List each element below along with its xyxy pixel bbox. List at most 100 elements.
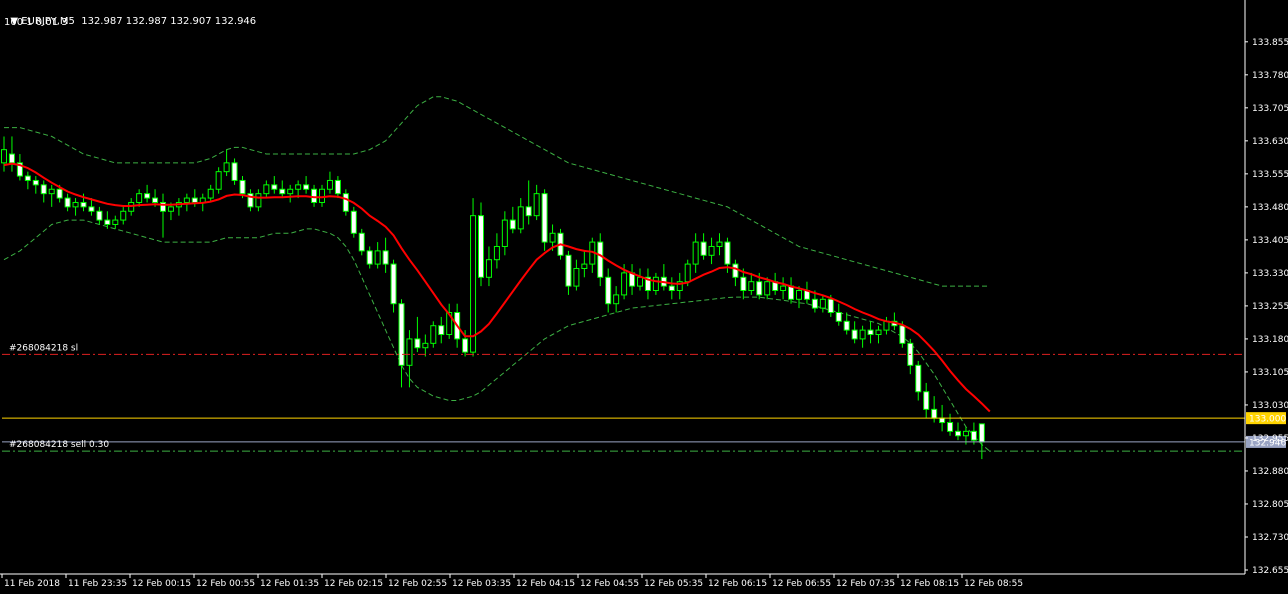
- candle-body: [605, 276, 612, 305]
- candle-body: [382, 250, 389, 265]
- y-tick-label: 132.880: [1252, 467, 1288, 477]
- candle-body: [509, 219, 516, 230]
- candle-body: [32, 179, 39, 186]
- candle-body: [637, 276, 643, 287]
- candle-body: [104, 219, 111, 225]
- y-tick-label: 133.855: [1252, 38, 1288, 48]
- candle-body: [255, 193, 262, 208]
- candle-body: [374, 250, 381, 265]
- candle-body: [112, 219, 119, 225]
- candle-body: [716, 241, 723, 247]
- candle-body: [406, 338, 413, 366]
- candle-body: [414, 338, 421, 349]
- candle-body: [398, 303, 405, 366]
- x-tick-label: 11 Feb 2018: [4, 579, 60, 589]
- candle-body: [279, 188, 286, 195]
- candle-body: [700, 241, 707, 256]
- candle-body: [239, 179, 246, 195]
- candle-body: [430, 325, 437, 344]
- x-tick-label: 12 Feb 02:55: [388, 579, 447, 589]
- candle-body: [867, 329, 874, 336]
- candle-body: [748, 281, 755, 291]
- candle-body: [835, 312, 842, 322]
- candle-body: [319, 188, 325, 203]
- stop-loss-label: #268084218 sl: [9, 343, 78, 353]
- candle-body: [8, 153, 15, 164]
- candle-body: [493, 245, 500, 261]
- price-chart[interactable]: 133.000132.946#268084218 sl#268084218 se…: [0, 0, 1288, 594]
- candle-body: [144, 193, 151, 199]
- candle-body: [358, 232, 365, 252]
- candle-body: [501, 219, 508, 247]
- candle-body: [342, 193, 349, 212]
- candle-body: [724, 241, 731, 265]
- x-tick-label: 12 Feb 08:55: [964, 579, 1023, 589]
- candle-body: [366, 250, 373, 265]
- candle-body: [72, 201, 79, 208]
- candle-body: [303, 184, 310, 190]
- candle-body: [788, 285, 795, 300]
- candle-body: [875, 329, 882, 336]
- y-tick-label: 133.330: [1252, 269, 1288, 279]
- chart-background: [0, 0, 1288, 594]
- y-tick-label: 133.030: [1252, 401, 1288, 411]
- y-tick-label: 133.105: [1252, 368, 1288, 378]
- candle-body: [970, 430, 977, 441]
- x-tick-label: 12 Feb 07:35: [836, 579, 895, 589]
- candle-body: [485, 259, 492, 278]
- candle-body: [859, 329, 866, 340]
- candle-body: [183, 197, 190, 203]
- y-tick-label: 133.555: [1252, 170, 1288, 180]
- candle: [541, 189, 548, 251]
- candle-body: [136, 193, 143, 203]
- candle-body: [923, 391, 930, 410]
- candle-body: [708, 245, 715, 256]
- candle-body: [978, 423, 985, 443]
- x-tick-label: 12 Feb 01:35: [260, 579, 319, 589]
- y-tick-label: 133.780: [1252, 71, 1288, 81]
- candle: [358, 228, 365, 256]
- candle-body: [231, 162, 238, 181]
- candle-body: [843, 320, 850, 331]
- candle-body: [96, 210, 103, 221]
- candle-body: [334, 179, 341, 195]
- candle-body: [88, 206, 95, 212]
- candle-body: [470, 215, 477, 353]
- candle-body: [541, 193, 548, 243]
- candle-body: [462, 338, 469, 353]
- y-tick-label: 133.705: [1252, 104, 1288, 114]
- candle-body: [851, 329, 858, 340]
- candle-body: [525, 206, 532, 217]
- candle-body: [390, 263, 397, 305]
- candle-body: [1, 149, 7, 164]
- candle-body: [573, 267, 580, 287]
- candle-body: [652, 276, 659, 291]
- candle-body: [613, 294, 620, 305]
- candle-body: [478, 215, 484, 278]
- candle-body: [350, 210, 357, 234]
- candle-body: [819, 298, 826, 309]
- x-tick-label: 12 Feb 08:15: [900, 579, 959, 589]
- candle-body: [80, 201, 87, 208]
- candle-body: [827, 298, 834, 314]
- candle-body: [40, 184, 47, 195]
- candle-body: [939, 417, 946, 424]
- x-tick-label: 12 Feb 06:55: [772, 579, 831, 589]
- y-tick-label: 133.480: [1252, 203, 1288, 213]
- x-tick-label: 12 Feb 05:35: [644, 579, 703, 589]
- candle-body: [191, 197, 198, 203]
- candle-body: [120, 210, 127, 221]
- candle-body: [152, 197, 159, 203]
- candle-body: [955, 430, 961, 437]
- candle-body: [48, 188, 55, 195]
- candle-body: [565, 254, 572, 287]
- candle-body: [326, 179, 333, 190]
- candle-body: [740, 276, 747, 291]
- candle-body: [549, 232, 556, 243]
- level-price-tag: 133.000: [1246, 412, 1286, 425]
- candle-body: [438, 325, 445, 336]
- candle-body: [517, 206, 524, 230]
- candle: [470, 198, 477, 357]
- indicator-params: 100 1 0.01 3: [4, 17, 68, 28]
- candle-body: [811, 298, 818, 309]
